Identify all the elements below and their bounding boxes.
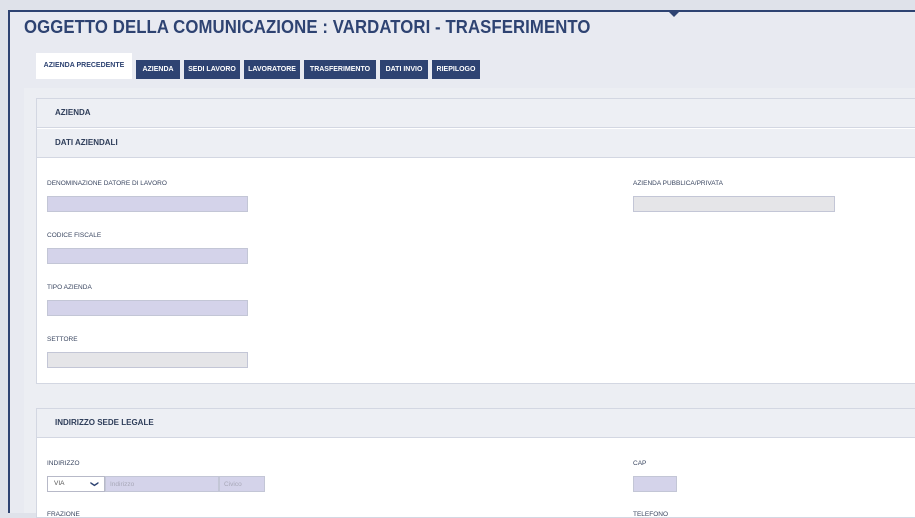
azienda-section-title: AZIENDA (55, 108, 91, 117)
azienda-card: AZIENDA DATI AZIENDALI DENOMINAZIONE DAT… (36, 98, 915, 384)
frame-notch-marker (667, 10, 681, 17)
indirizzo-input[interactable] (105, 476, 219, 492)
sede-legale-card: INDIRIZZO SEDE LEGALE INDIRIZZO VIA ❮ CA… (36, 408, 915, 518)
tipo-azienda-label: TIPO AZIENDA (47, 284, 92, 291)
frazione-label: FRAZIONE (47, 511, 80, 518)
azienda-section-header: AZIENDA (37, 99, 915, 128)
sede-legale-header: INDIRIZZO SEDE LEGALE (37, 409, 915, 438)
settore-label: SETTORE (47, 336, 78, 343)
cap-label: CAP (633, 460, 647, 467)
codice-fiscale-label: CODICE FISCALE (47, 232, 102, 239)
tipo-via-select[interactable]: VIA ❮ (47, 476, 105, 492)
settore-field[interactable] (47, 352, 248, 368)
tipo-via-value: VIA (54, 480, 65, 487)
chevron-down-icon: ❮ (89, 480, 99, 488)
tab-dati-invio[interactable]: DATI INVIO (380, 60, 428, 79)
dati-aziendali-header: DATI AZIENDALI (37, 129, 915, 158)
tab-azienda-precedente[interactable]: AZIENDA PRECEDENTE (36, 53, 132, 79)
civico-input[interactable] (219, 476, 265, 492)
codice-fiscale-field[interactable] (47, 248, 248, 264)
pubblica-privata-label: AZIENDA PUBBLICA/PRIVATA (633, 180, 723, 187)
tab-riepilogo[interactable]: RIEPILOGO (432, 60, 480, 79)
tipo-azienda-field[interactable] (47, 300, 248, 316)
tab-azienda[interactable]: AZIENDA (136, 60, 180, 79)
pubblica-privata-field[interactable] (633, 196, 835, 212)
tab-trasferimento[interactable]: TRASFERIMENTO (304, 60, 376, 79)
indirizzo-label: INDIRIZZO (47, 460, 80, 467)
cap-field[interactable] (633, 476, 677, 492)
page-title: OGGETTO DELLA COMUNICAZIONE : VARDATORI … (24, 17, 591, 37)
tab-sedi-lavoro[interactable]: SEDI LAVORO (184, 60, 240, 79)
telefono-label: TELEFONO (633, 511, 669, 518)
sede-legale-title: INDIRIZZO SEDE LEGALE (55, 418, 154, 427)
tab-lavoratore[interactable]: LAVORATORE (244, 60, 300, 79)
dati-aziendali-title: DATI AZIENDALI (55, 138, 118, 147)
denominazione-label: DENOMINAZIONE DATORE DI LAVORO (47, 180, 167, 187)
denominazione-field[interactable] (47, 196, 248, 212)
